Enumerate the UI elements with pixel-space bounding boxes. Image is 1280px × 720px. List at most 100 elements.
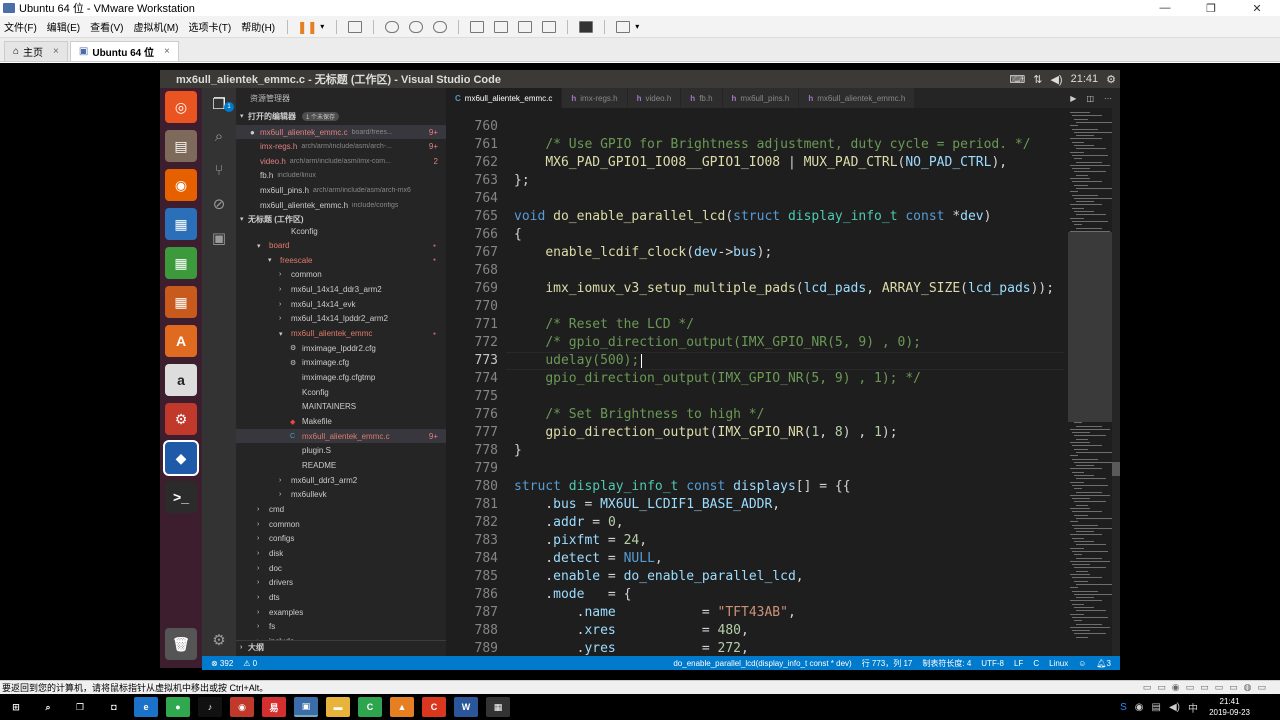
errors-count[interactable]: ⊗ 392 xyxy=(206,659,238,668)
tree-item[interactable]: › configs xyxy=(236,532,446,546)
code-line[interactable]: enable_lcdif_clock(dev->bus); xyxy=(514,244,772,262)
revert-snapshot-icon[interactable] xyxy=(409,20,424,33)
maximize-button[interactable]: ❐ xyxy=(1188,0,1234,16)
unity-icon[interactable] xyxy=(542,20,557,33)
close-button[interactable]: ✕ xyxy=(1234,0,1280,16)
open-editor-item[interactable]: ● mx6ull_alientek_emmc.c board/frees... 9+ xyxy=(236,125,446,139)
tree-item[interactable]: › fs xyxy=(236,620,446,634)
taskbar-camera-app-icon[interactable]: ◘ xyxy=(102,697,126,717)
code-line[interactable]: imx_iomux_v3_setup_multiple_pads(lcd_pad… xyxy=(514,280,1054,298)
code-line[interactable]: void do_enable_parallel_lcd(struct displ… xyxy=(514,208,991,226)
source-control-icon[interactable]: ⑂ xyxy=(209,160,229,180)
input-method-icon[interactable]: 中 xyxy=(1188,700,1198,715)
system-clock[interactable]: 21:41 2019-09-23 xyxy=(1209,694,1250,720)
menu-vm[interactable]: 虚拟机(M) xyxy=(129,19,182,34)
extensions-icon[interactable]: ▣ xyxy=(209,228,229,248)
close-tab-icon[interactable]: × xyxy=(164,46,170,57)
launcher-settings-icon[interactable]: ⚙ xyxy=(165,403,197,435)
open-editor-item[interactable]: mx6ull_pins.h arch/arm/include/asm/arch-m… xyxy=(236,183,446,197)
tree-item[interactable]: ◆ Makefile xyxy=(236,415,446,429)
code-line[interactable]: .bus = MX6UL_LCDIF1_BASE_ADDR, xyxy=(514,496,780,514)
tree-item[interactable]: › drivers xyxy=(236,576,446,590)
chevron-down-icon[interactable]: ▾ xyxy=(635,22,639,31)
tree-item[interactable]: › disk xyxy=(236,547,446,561)
open-editor-item[interactable]: imx-regs.h arch/arm/include/asm/arch-... 9… xyxy=(236,140,446,154)
taskbar-music-app-icon[interactable]: ♪ xyxy=(198,697,222,717)
end-of-line[interactable]: LF xyxy=(1009,659,1028,668)
menu-file[interactable]: 文件(F) xyxy=(0,19,41,34)
manage-gear-icon[interactable]: ⚙ xyxy=(209,630,229,650)
code-line[interactable]: .name = "TFT43AB", xyxy=(514,604,796,622)
tree-item[interactable]: › doc xyxy=(236,561,446,575)
taskbar-netease-icon[interactable]: ◉ xyxy=(230,697,254,717)
tab-ubuntu[interactable]: ▣ Ubuntu 64 位 × xyxy=(69,41,179,61)
editor-tab[interactable]: h mx6ull_pins.h xyxy=(722,88,800,108)
code-line[interactable]: .enable = do_enable_parallel_lcd, xyxy=(514,568,803,586)
snapshot-manager-icon[interactable] xyxy=(433,20,448,33)
code-line[interactable]: .addr = 0, xyxy=(514,514,623,532)
code-line[interactable]: }; xyxy=(514,172,530,190)
menu-view[interactable]: 查看(V) xyxy=(86,19,127,34)
tree-item[interactable]: › mx6ul_14x14_lpddr2_arm2 xyxy=(236,312,446,326)
sidebar-toggle-icon[interactable] xyxy=(470,20,485,33)
scrollbar[interactable] xyxy=(1112,108,1120,656)
minimap[interactable] xyxy=(1064,108,1120,656)
launcher-firefox-icon[interactable]: ◉ xyxy=(165,169,197,201)
launcher-impress-icon[interactable]: ▦ xyxy=(165,286,197,318)
tree-item[interactable]: › cmd xyxy=(236,503,446,517)
code-line[interactable]: /* gpio_direction_output(IMX_GPIO_NR(5, … xyxy=(514,334,921,352)
encoding[interactable]: UTF-8 xyxy=(976,659,1009,668)
debug-icon[interactable]: ⊘ xyxy=(209,194,229,214)
editor-tab[interactable]: Cmx6ull_alientek_emmc.c xyxy=(446,88,563,108)
wechat-icon[interactable]: ◉ xyxy=(1135,702,1144,713)
gear-icon[interactable]: ⚙ xyxy=(1106,73,1116,86)
taskbar-green-app-icon[interactable]: ● xyxy=(166,697,190,717)
more-actions-icon[interactable]: ··· xyxy=(1104,94,1112,103)
menu-tabs[interactable]: 选项卡(T) xyxy=(184,19,235,34)
network-icon[interactable]: ▤ xyxy=(1152,702,1161,713)
code-line[interactable]: gpio_direction_output(IMX_GPIO_NR(1, 8) … xyxy=(514,424,897,442)
open-editor-item[interactable]: fb.h include/linux xyxy=(236,169,446,183)
thumbnail-icon[interactable] xyxy=(494,20,509,33)
taskbar-folder-icon[interactable]: ▬ xyxy=(326,697,350,717)
taskbar-calculator-icon[interactable]: ▦ xyxy=(486,697,510,717)
console-view-icon[interactable] xyxy=(579,20,594,33)
code-line[interactable]: .pixfmt = 24, xyxy=(514,532,647,550)
taskbar-edge-icon[interactable]: e xyxy=(134,697,158,717)
tree-item[interactable]: ▾ freescale ● xyxy=(236,253,446,267)
tree-item[interactable]: README xyxy=(236,459,446,473)
code-line[interactable]: .detect = NULL, xyxy=(514,550,662,568)
code-line[interactable]: /* Use GPIO for Brightness adjustment, d… xyxy=(514,136,1030,154)
tree-item[interactable]: ▾ mx6ull_alientek_emmc ● xyxy=(236,327,446,341)
launcher-amazon-icon[interactable]: a xyxy=(165,364,197,396)
launcher-calc-icon[interactable]: ▦ xyxy=(165,247,197,279)
outline-header[interactable]: › 大纲 xyxy=(236,640,446,654)
open-editor-item[interactable]: mx6ull_alientek_emmc.h include/configs xyxy=(236,198,446,212)
minimap-viewport[interactable] xyxy=(1068,232,1112,422)
open-editors-header[interactable]: ▾ 打开的编辑器 1 个未保存 xyxy=(236,109,446,123)
fullscreen-icon[interactable] xyxy=(518,20,533,33)
tree-item[interactable]: › examples xyxy=(236,605,446,619)
keyboard-icon[interactable]: ⌨ xyxy=(1009,73,1025,86)
code-line[interactable]: gpio_direction_output(IMX_GPIO_NR(5, 9) … xyxy=(514,370,921,388)
split-editor-icon[interactable]: ◫ xyxy=(1086,94,1094,103)
tree-item[interactable]: ⚙ imximage_lpddr2.cfg xyxy=(236,341,446,355)
taskbar-vmware-icon[interactable]: ▣ xyxy=(294,697,318,717)
language-mode[interactable]: C xyxy=(1028,659,1044,668)
code-editor[interactable]: 760 761 /* Use GPIO for Brightness adjust… xyxy=(446,108,1064,656)
menu-help[interactable]: 帮助(H) xyxy=(237,19,279,34)
feedback-icon[interactable]: ☺ xyxy=(1073,659,1091,668)
launcher-files-icon[interactable]: ▤ xyxy=(165,130,197,162)
clock-text[interactable]: 21:41 xyxy=(1071,73,1099,85)
taskbar-camtasia-icon[interactable]: C xyxy=(358,697,382,717)
taskbar-task-view-icon[interactable]: ❐ xyxy=(68,697,92,717)
minimize-button[interactable]: — xyxy=(1142,0,1188,16)
cursor-position[interactable]: 行 773，列 17 xyxy=(857,658,918,669)
taskbar-red-c-app-icon[interactable]: C xyxy=(422,697,446,717)
send-ctrl-alt-del-icon[interactable] xyxy=(348,20,363,33)
launcher-software-icon[interactable]: A xyxy=(165,325,197,357)
editor-tab[interactable]: h video.h xyxy=(627,88,682,108)
chevron-down-icon[interactable]: ▾ xyxy=(320,22,324,31)
taskbar-word-icon[interactable]: W xyxy=(454,697,478,717)
tree-item[interactable]: › mx6ull_ddr3_arm2 xyxy=(236,473,446,487)
